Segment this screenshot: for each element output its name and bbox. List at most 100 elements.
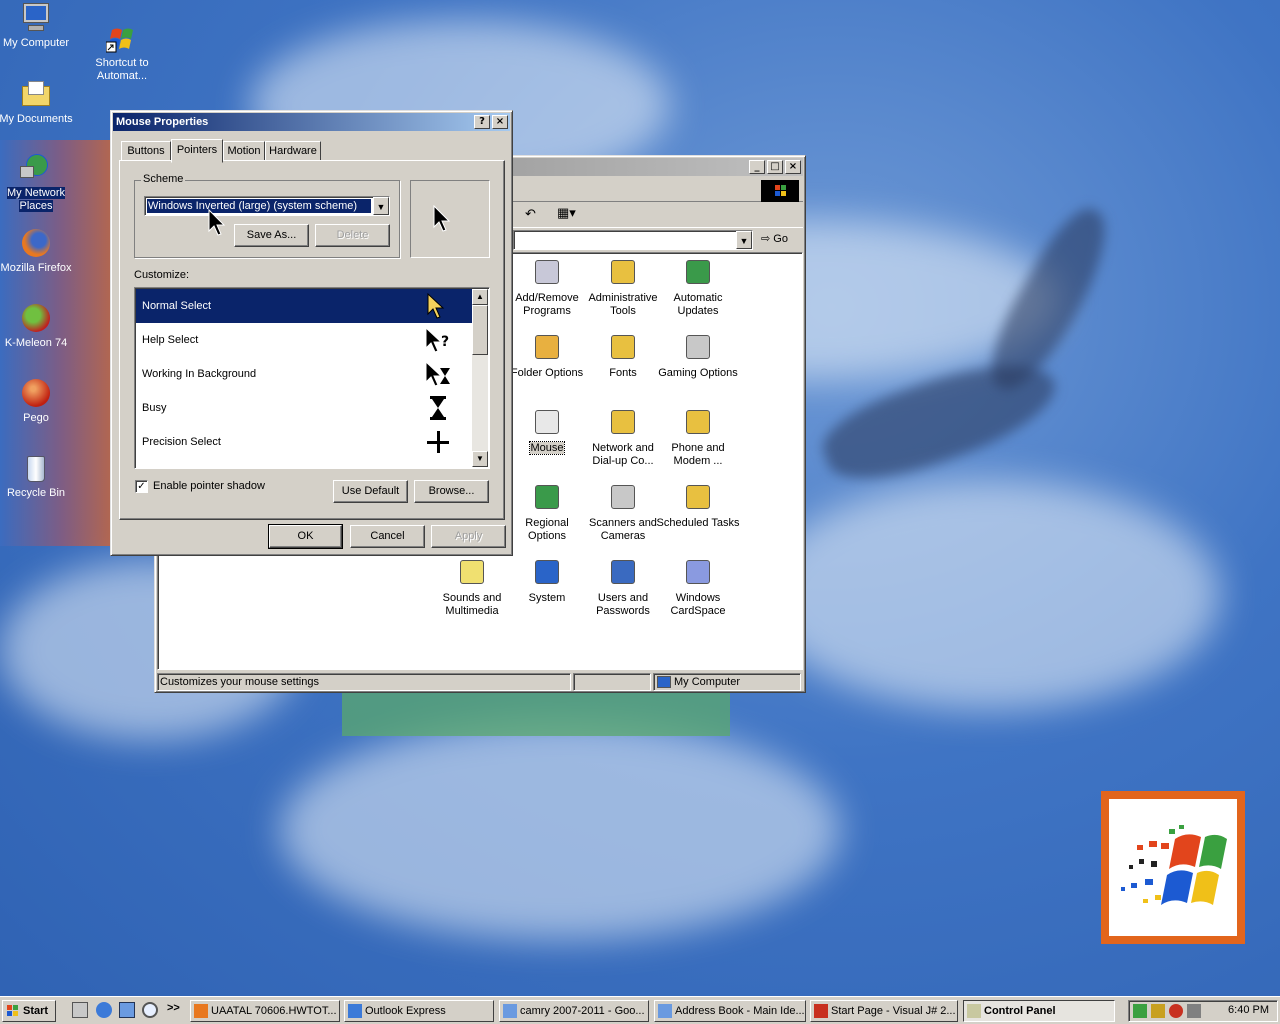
scroll-thumb[interactable] [472,305,488,355]
cp-item-label: Gaming Options [658,367,738,379]
start-button[interactable]: Start [2,1000,56,1022]
arrow-pointer-icon [433,205,451,232]
taskbar-button[interactable]: Outlook Express [344,1000,494,1022]
k-meleon-icon [20,302,52,334]
internet-explorer-icon[interactable] [96,1002,112,1018]
cp-item[interactable]: Users and Passwords [581,557,665,618]
cancel-button[interactable]: Cancel [350,525,425,548]
windows-flag-icon [7,1005,18,1016]
system-tray: 6:40 PM [1128,1000,1278,1022]
taskbar-button[interactable]: Start Page - Visual J# 2... [810,1000,958,1022]
outlook-icon[interactable] [119,1002,135,1018]
delete-button[interactable]: Delete [315,224,390,247]
tab-hardware[interactable]: Hardware [265,141,321,161]
cp-item[interactable]: Folder Options [505,332,589,380]
save-as-button[interactable]: Save As... [234,224,309,247]
cp-item[interactable]: Add/Remove Programs [505,257,589,318]
browse-button[interactable]: Browse... [414,480,489,503]
pointer-preview [410,180,490,258]
chevron-down-icon[interactable]: ▼ [736,231,752,249]
go-button[interactable]: ⇨ Go [761,232,788,245]
shadow-checkbox[interactable]: ✓ [135,480,148,493]
mouse-properties-titlebar[interactable]: Mouse Properties ? × [113,113,510,131]
tray-icon-display[interactable] [1187,1004,1201,1018]
cp-item[interactable]: Sounds and Multimedia [430,557,514,618]
tray-icon-network[interactable] [1133,1004,1147,1018]
my-documents-icon [20,78,52,110]
desktop-icon-firefox[interactable]: Mozilla Firefox [0,227,74,275]
pointer-list[interactable]: Normal Select Help Select? Working In Back… [134,287,490,469]
desktop-icon-shortcut[interactable]: Shortcut to Automat... [84,22,160,83]
views-icon[interactable]: ▦▾ [557,205,576,221]
administrative-tools-icon [607,257,639,289]
undo-icon[interactable]: ↶ [525,206,536,222]
task-app-icon [658,1004,672,1018]
scheme-select[interactable]: Windows Inverted (large) (system scheme)… [144,196,390,216]
cp-item[interactable]: Phone and Modem ... [656,407,740,468]
cp-item[interactable]: Windows CardSpace [656,557,740,618]
desktop-icon-k-meleon[interactable]: K-Meleon 74 [0,302,74,350]
scheme-label: Scheme [141,173,186,185]
scroll-down-button[interactable]: ▼ [472,451,488,467]
cp-item[interactable]: System [505,557,589,605]
tray-icon-app[interactable] [1169,1004,1183,1018]
desktop-icon-recycle-bin[interactable]: Recycle Bin [0,452,74,500]
pointer-row[interactable]: Busy [136,391,472,425]
cp-item[interactable]: Scheduled Tasks [656,482,740,530]
desktop-icon-pego[interactable]: Pego [0,377,74,425]
desktop-icon-my-computer[interactable]: My Computer [0,2,74,50]
help-button[interactable]: ? [474,115,490,129]
computer-icon [657,676,671,688]
shadow-label[interactable]: Enable pointer shadow [153,480,265,492]
scroll-up-button[interactable]: ▲ [472,289,488,305]
chevron-down-icon[interactable]: ▼ [373,197,389,215]
taskbar-button[interactable]: Address Book - Main Ide... [654,1000,806,1022]
taskbar-button[interactable]: camry 2007-2011 - Goo... [499,1000,649,1022]
tab-pointers[interactable]: Pointers [171,139,223,163]
desktop-icon-network-places[interactable]: My Network Places [0,152,74,213]
scrollbar[interactable]: ▲ ▼ [472,289,488,467]
pointer-row[interactable]: Help Select? [136,323,472,357]
cp-item[interactable]: Administrative Tools [581,257,665,318]
taskbar-button[interactable]: Control Panel [963,1000,1115,1022]
pointer-row[interactable]: Normal Select [136,289,472,323]
recycle-bin-icon [20,452,52,484]
tab-buttons[interactable]: Buttons [121,141,171,161]
tray-icon-volume[interactable] [1151,1004,1165,1018]
tab-motion[interactable]: Motion [223,141,265,161]
minimize-button[interactable]: _ [749,160,765,174]
dialog-title: Mouse Properties [116,116,209,128]
help-pointer-icon: ? [425,326,449,353]
cp-item[interactable]: Scanners and Cameras [581,482,665,543]
cp-item[interactable]: Gaming Options [656,332,740,380]
pointer-name: Busy [142,402,167,414]
windows-update-shortcut-icon [105,22,138,54]
add-remove-programs-icon [531,257,563,289]
cp-item[interactable]: Mouse [505,407,589,455]
cp-item-label: Scanners and Cameras [589,517,657,542]
quick-launch-chevron[interactable]: >> [167,1002,180,1014]
cp-item[interactable]: Regional Options [505,482,589,543]
maximize-button[interactable]: □ [767,160,783,174]
ok-button[interactable]: OK [268,524,343,549]
desktop-icon-my-documents[interactable]: My Documents [0,78,74,126]
apply-button[interactable]: Apply [431,525,506,548]
show-desktop-icon[interactable] [72,1002,88,1018]
clock[interactable]: 6:40 PM [1228,1004,1269,1016]
close-button[interactable]: × [785,160,801,174]
cp-item-label: Phone and Modem ... [671,442,725,467]
close-button[interactable]: × [492,115,508,129]
cp-item[interactable]: Network and Dial-up Co... [581,407,665,468]
cp-item[interactable]: Automatic Updates [656,257,740,318]
task-app-icon [967,1004,981,1018]
cp-item[interactable]: Fonts [581,332,665,380]
pointer-name: Help Select [142,334,199,346]
address-input[interactable]: ▼ [513,230,753,250]
pointer-row[interactable]: Working In Background [136,357,472,391]
pointer-row[interactable]: Precision Select [136,425,472,459]
search-icon[interactable] [142,1002,158,1018]
use-default-button[interactable]: Use Default [333,480,408,503]
taskbar-button[interactable]: UAATAL 70606.HWTOT... [190,1000,340,1022]
windows-flag-throbber [761,180,799,202]
cp-item-label: Fonts [609,367,637,379]
